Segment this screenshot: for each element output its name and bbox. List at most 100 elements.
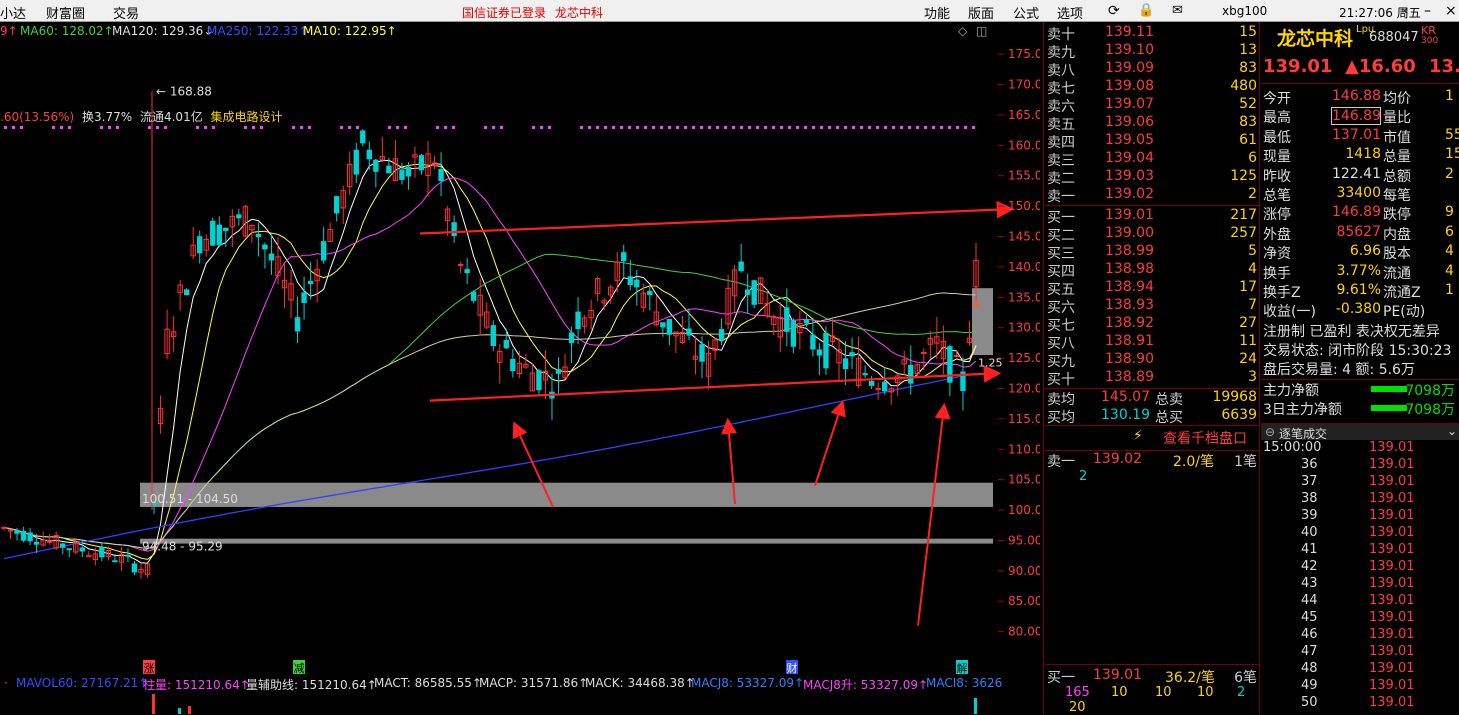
ask-row[interactable]: 卖八 139.09 83	[1045, 60, 1259, 79]
ask-row[interactable]: 卖四 139.05 61	[1045, 132, 1259, 151]
event-marker-finance[interactable]: 财	[786, 660, 798, 675]
ask-row[interactable]: 卖五 139.06 83	[1045, 114, 1259, 133]
signal-dot	[348, 126, 351, 129]
resistance-trendline	[419, 200, 1015, 235]
tick-price: 139.01	[1369, 610, 1415, 625]
ask-row[interactable]: 卖九 139.10 13	[1045, 42, 1259, 61]
tick-time: 36	[1301, 457, 1318, 472]
ask-row[interactable]: 卖一 139.02 2	[1045, 186, 1259, 205]
quote-row-value: 6.96	[1349, 243, 1381, 260]
close-icon[interactable]: ×	[1445, 3, 1457, 19]
bid-vol: 3	[1248, 369, 1257, 385]
bid-price: 138.89	[1105, 369, 1154, 385]
tick-list: 15:00:00 139.01 36 139.01 37 139.01 38 139.…	[1261, 440, 1459, 712]
volume-label: 柱量: 151210.64↑	[143, 678, 250, 692]
bid-row[interactable]: 买二 139.00 257	[1045, 225, 1259, 244]
bid-row[interactable]: 买八 138.91 11	[1045, 333, 1259, 352]
signal-dot	[452, 126, 455, 129]
candle-body	[868, 380, 875, 386]
diamond-icon[interactable]: ◇	[958, 24, 967, 38]
menu-item-formula[interactable]: 公式	[1013, 3, 1039, 22]
menu-item-trade[interactable]: 交易	[113, 3, 139, 22]
ask-label: 卖七	[1047, 81, 1075, 97]
candle-body	[223, 227, 229, 232]
chevron-down-icon[interactable]: ⌄	[1447, 424, 1457, 438]
macj8-label: MACJ8: 53327.09↑	[691, 676, 805, 690]
ma120-line	[3, 292, 977, 550]
signal-dot	[644, 126, 647, 129]
macj8up-label: MACJ8升: 53327.09↑	[803, 678, 929, 692]
candle-body	[268, 253, 275, 261]
event-marker-limit-up[interactable]: 涨	[143, 660, 155, 675]
tick-row: 44 139.01	[1261, 593, 1459, 610]
event-marker-reduce[interactable]: 减	[293, 660, 305, 675]
quote-row-label: 最低	[1263, 129, 1291, 146]
tick-price: 139.01	[1369, 627, 1415, 642]
signal-dot	[828, 126, 831, 129]
bid-row[interactable]: 买三 138.99 5	[1045, 243, 1259, 262]
ask-price: 139.04	[1105, 150, 1154, 166]
menu-item-function[interactable]: 功能	[924, 3, 950, 22]
y-tick-label: 85.00	[1008, 594, 1040, 608]
bid-row[interactable]: 买一 139.01 217	[1045, 207, 1259, 226]
ask-vol: 6	[1248, 150, 1257, 166]
bid-row[interactable]: 买六 138.93 7	[1045, 297, 1259, 316]
bid-vol: 17	[1239, 279, 1257, 295]
refresh-icon[interactable]: ⟳	[1108, 3, 1120, 19]
quote-row-label: 现量	[1263, 149, 1291, 166]
signal-dot	[212, 126, 215, 129]
y-tick-label: 95.00	[1008, 533, 1040, 547]
ask-row[interactable]: 卖七 139.08 480	[1045, 78, 1259, 97]
ask-row[interactable]: 卖十 139.11 15	[1045, 24, 1259, 43]
minimize-icon[interactable]: –	[1424, 3, 1431, 19]
candle-body	[803, 319, 810, 324]
queue-bid-qty: 36.2/笔	[1165, 670, 1215, 686]
queue-ask-detail-row: 2	[1045, 469, 1259, 487]
ask-price: 139.10	[1105, 42, 1154, 58]
candle-body	[490, 325, 496, 347]
signal-dot	[652, 126, 655, 129]
quote-row-value2: 6	[1445, 223, 1454, 240]
candle-body	[112, 560, 118, 563]
mail-icon[interactable]: ✉	[1172, 3, 1183, 18]
signal-dot	[916, 126, 919, 129]
signal-dot	[196, 126, 199, 129]
ask-row[interactable]: 卖二 139.03 125	[1045, 168, 1259, 187]
candle-body	[386, 165, 392, 174]
bid-row[interactable]: 买七 138.92 27	[1045, 315, 1259, 334]
signal-dot	[444, 126, 447, 129]
volume-bar	[178, 708, 181, 714]
signal-dot	[108, 126, 111, 129]
tick-time: 39	[1301, 508, 1318, 523]
menu-item-options[interactable]: 选项	[1057, 3, 1083, 22]
bid-row[interactable]: 买五 138.94 17	[1045, 279, 1259, 298]
collapse-icon[interactable]: ⊖	[1265, 425, 1275, 439]
ask-price: 139.11	[1105, 24, 1154, 40]
ask-label: 卖三	[1047, 153, 1075, 169]
ask-row[interactable]: 卖六 139.07 52	[1045, 96, 1259, 115]
menu-item-wealth-circle[interactable]: 财富圈	[46, 3, 85, 22]
candle-body	[99, 546, 105, 558]
bid-label: 买五	[1047, 282, 1075, 298]
y-tick-label: 110.00	[1008, 442, 1040, 456]
menu-item-xiaoda[interactable]: 小达	[0, 3, 26, 22]
signal-dot	[500, 126, 503, 129]
bid-label: 买三	[1047, 246, 1075, 262]
tick-price: 139.01	[1369, 661, 1415, 676]
bid-row[interactable]: 买四 138.98 4	[1045, 261, 1259, 280]
candle-body	[953, 355, 960, 358]
bid-row[interactable]: 买十 138.89 3	[1045, 369, 1259, 388]
thousand-level-link[interactable]: 查看千档盘口	[1163, 428, 1247, 448]
candle-body	[921, 351, 927, 354]
ticks-header[interactable]: ⊖ 逐笔成交 ⌄	[1261, 423, 1459, 441]
ask-row[interactable]: 卖三 139.04 6	[1045, 150, 1259, 169]
quote-row-label: 净资	[1263, 246, 1291, 263]
lock-icon[interactable]: 🔒	[1138, 3, 1154, 18]
window-icon[interactable]: ◫	[976, 24, 987, 38]
menu-item-layout[interactable]: 版面	[968, 3, 994, 22]
bid-row[interactable]: 买九 138.90 24	[1045, 351, 1259, 370]
signal-dot	[732, 126, 735, 129]
event-marker-unlock[interactable]: 解	[956, 660, 968, 675]
back-icon[interactable]: ‹	[1403, 3, 1409, 19]
kline-chart[interactable]: 175.00 170.00 165.00 160.00 155.00 150.00 145.…	[0, 42, 1040, 662]
